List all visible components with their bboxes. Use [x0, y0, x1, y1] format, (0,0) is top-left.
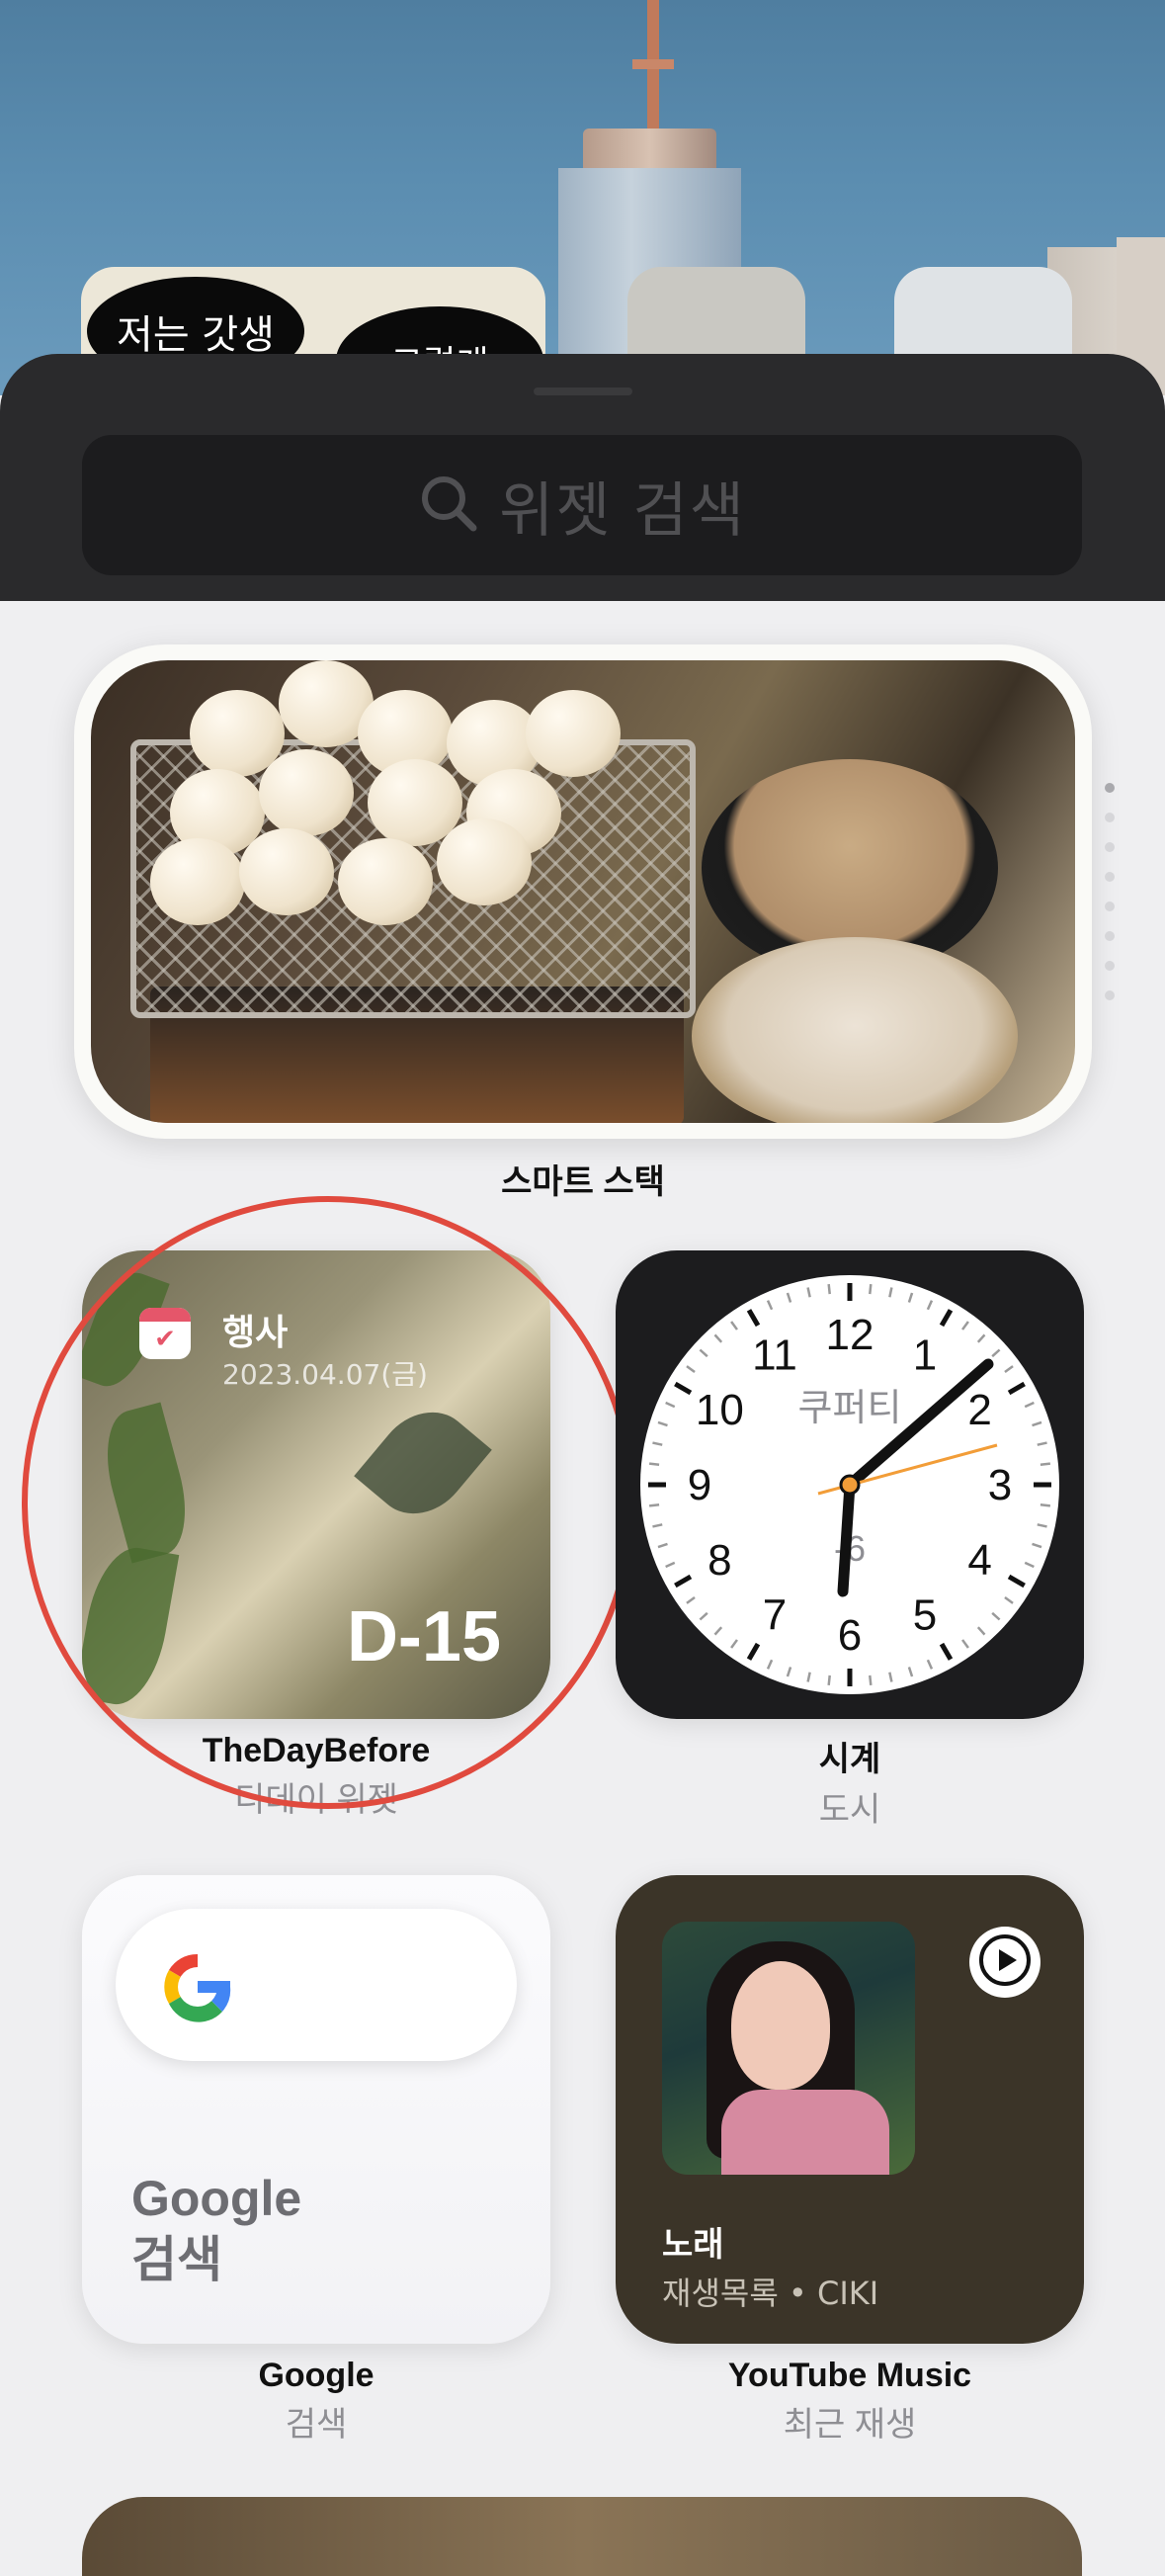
next-widget-preview	[82, 2497, 1082, 2576]
tower-ring	[632, 59, 674, 69]
clock-number: 2	[967, 1386, 991, 1434]
stack-page-dot	[1105, 872, 1115, 882]
dango	[526, 690, 621, 777]
clock-minor-tick	[648, 1462, 660, 1466]
album-art	[662, 1922, 915, 2175]
clock-number: 10	[696, 1386, 744, 1434]
youtube-music-caption: YouTube Music 최근 재생	[616, 2357, 1084, 2446]
sheet-grabber[interactable]	[534, 387, 632, 395]
widget-name: YouTube Music	[727, 2357, 972, 2394]
widget-subtitle: 도시	[818, 1791, 881, 1829]
clock-number: 7	[763, 1591, 787, 1640]
dango	[437, 818, 532, 905]
clock-minor-tick	[1040, 1503, 1051, 1507]
google-label-line: 검색	[131, 2231, 222, 2288]
clock-minor-tick	[827, 1283, 831, 1295]
clock-minor-tick	[869, 1674, 873, 1686]
stack-page-dot	[1105, 931, 1115, 941]
clock-number: 4	[967, 1536, 991, 1585]
clock-widget[interactable]: 121234567891011 쿠퍼티 -6	[616, 1250, 1084, 1719]
clock-number: 5	[913, 1591, 937, 1640]
google-label: Google 검색	[131, 2168, 301, 2290]
clock-minor-tick	[1040, 1462, 1051, 1466]
google-g-logo-icon	[157, 1946, 238, 2032]
clock-number: 6	[838, 1611, 862, 1660]
search-placeholder: 위젯 검색	[499, 475, 746, 546]
google-search-bar[interactable]	[116, 1909, 517, 2061]
play-button[interactable]	[969, 1927, 1040, 1998]
clock-number: 1	[913, 1331, 937, 1379]
hour-hand	[837, 1479, 856, 1597]
dango	[150, 838, 245, 925]
stack-page-dot	[1105, 783, 1115, 793]
home-wallpaper: 저는 갓생 그렇게	[0, 0, 1165, 395]
clock-caption: 시계 도시	[616, 1732, 1084, 1831]
stack-page-dot	[1105, 902, 1115, 911]
widget-name: 시계	[818, 1741, 881, 1778]
clock-face: 121234567891011 쿠퍼티 -6	[640, 1275, 1059, 1694]
clock-minor-tick	[827, 1674, 831, 1686]
track-subtitle: 재생목록 • CIKI	[662, 2275, 879, 2312]
clock-minor-tick	[869, 1283, 873, 1295]
iced-latte-glass	[692, 937, 1018, 1123]
stack-page-dot	[1105, 961, 1115, 971]
clock-number: 3	[988, 1461, 1012, 1509]
widget-name: 스마트 스택	[501, 1163, 665, 1201]
play-icon	[977, 1932, 1033, 1993]
widget-subtitle: 검색	[285, 2406, 348, 2444]
stack-page-dot	[1105, 813, 1115, 822]
dango	[259, 749, 354, 836]
smart-stack-caption: 스마트 스택	[385, 1155, 781, 1203]
youtube-music-widget[interactable]: 노래 재생목록 • CIKI	[616, 1875, 1084, 2344]
dango	[338, 838, 433, 925]
smart-stack-photo	[91, 660, 1075, 1123]
tower-mast	[647, 0, 659, 138]
clock-minor-tick	[648, 1503, 660, 1507]
dango	[239, 828, 334, 915]
google-search-widget[interactable]: Google 검색	[82, 1875, 550, 2344]
album-art-shirt	[721, 2090, 889, 2175]
highlight-circle-annotation	[22, 1196, 634, 1809]
search-icon	[418, 472, 479, 539]
clock-city: 쿠퍼티	[798, 1386, 902, 1429]
widget-search-field[interactable]: 위젯 검색	[82, 435, 1082, 575]
widget-subtitle: 최근 재생	[783, 2406, 917, 2444]
album-art-face	[731, 1961, 830, 2090]
google-caption: Google 검색	[82, 2357, 550, 2446]
clock-number: 8	[707, 1536, 731, 1585]
track-title: 노래	[662, 2225, 724, 2265]
clock-number: 11	[752, 1331, 797, 1379]
stack-page-dot	[1105, 990, 1115, 1000]
stack-page-dot	[1105, 842, 1115, 852]
clock-center	[839, 1474, 861, 1496]
clock-number: 12	[826, 1311, 874, 1359]
google-label-line: Google	[131, 2171, 302, 2226]
widget-name: Google	[258, 2357, 374, 2394]
clock-number: 9	[688, 1461, 711, 1509]
